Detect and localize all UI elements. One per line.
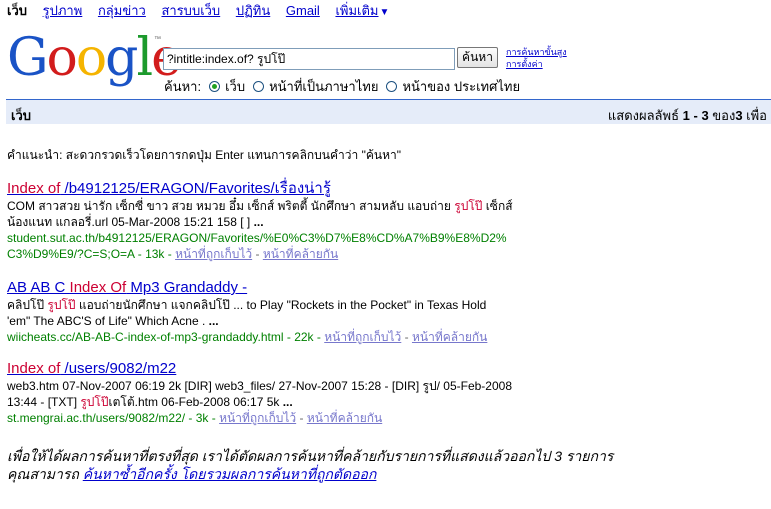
- result-title-hit: Index of: [7, 360, 61, 377]
- result-url: C3%D9%E9/?C=S;O=A - 13k -: [7, 247, 176, 261]
- snippet-text: 13:44 - [TXT]: [7, 395, 81, 409]
- snippet-hit: รูปโป๊: [80, 395, 109, 409]
- radio-thailand[interactable]: [386, 81, 398, 92]
- snippet-text: น้องแนท แกลอรี่.url 05-Mar-2008 15:21 15…: [7, 215, 254, 229]
- result-title-hit: Index Of: [69, 279, 127, 296]
- result-title-text: AB AB C: [7, 279, 70, 296]
- similar-link[interactable]: หน้าที่คล้ายกัน: [412, 330, 487, 344]
- results-range: 1 - 3: [682, 108, 709, 123]
- logo-letter: o: [75, 28, 107, 88]
- snippet-hit: รูปโป๊: [47, 298, 76, 312]
- result-snippet: web3.htm 07-Nov-2007 06:19 2k [DIR] web3…: [7, 378, 567, 410]
- result-snippet: COM สาวสวย น่ารัก เซ็กซี่ ขาว สวย หมวย อ…: [7, 198, 567, 230]
- advanced-search-link[interactable]: การค้นหาขั้นสูง: [506, 46, 567, 58]
- top-nav: เว็บ รูปภาพ กลุ่มข่าว สารบบเว็บ ปฏิทิน G…: [7, 0, 401, 18]
- result-title-rest: /b4912125/ERAGON/Favorites/เรื่องน่ารู้: [60, 180, 331, 197]
- meta-separator: -: [401, 330, 412, 344]
- result-title-link[interactable]: AB AB C Index Of Mp3 Grandaddy -: [7, 279, 247, 296]
- snippet-ellipsis: ...: [208, 314, 219, 328]
- cached-link[interactable]: หน้าที่ถูกเก็บไว้: [219, 411, 296, 425]
- cached-link[interactable]: หน้าที่ถูกเก็บไว้: [175, 247, 252, 261]
- search-scope: ค้นหา: เว็บ หน้าที่เป็นภาษาไทย หน้าของ ป…: [164, 76, 528, 97]
- nav-gmail[interactable]: Gmail: [286, 3, 320, 18]
- results-count-suffix: เพื่อ: [742, 108, 767, 123]
- search-tip: คำแนะนำ: สะดวกรวดเร็วโดยการกดปุ่ม Enter …: [7, 148, 401, 162]
- result-title-rest: Mp3 Grandaddy -: [126, 279, 248, 296]
- results-bar: เว็บ แสดงผลลัพธ์ 1 - 3 ของ3 เพื่อ: [6, 99, 771, 124]
- scope-label-web: เว็บ: [225, 79, 246, 94]
- omitted-note-prefix: คุณสามารถ: [7, 466, 83, 482]
- result-title-link[interactable]: Index of /users/9082/m22: [7, 360, 176, 377]
- omitted-note-line: คุณสามารถ ค้นหาซ้ำอีกครั้ง โดยรวมผลการค้…: [7, 465, 707, 483]
- logo-letter: l: [136, 28, 153, 88]
- logo-letter: o: [46, 28, 78, 88]
- search-button[interactable]: ค้นหา: [457, 47, 498, 68]
- results-count: แสดงผลลัพธ์ 1 - 3 ของ3 เพื่อ: [608, 105, 767, 126]
- result-title-rest: /users/9082/m22: [60, 360, 177, 377]
- omitted-note-line: เพื่อให้ได้ผลการค้นหาที่ตรงที่สุด เราได้…: [7, 448, 614, 464]
- snippet-text: COM สาวสวย น่ารัก เซ็กซี่ ขาว สวย หมวย อ…: [7, 199, 455, 213]
- result-meta: st.mengrai.ac.th/users/9082/m22/ - 3k - …: [7, 410, 567, 426]
- search-result: Index of /b4912125/ERAGON/Favorites/เรื่…: [7, 180, 567, 262]
- result-snippet: คลิปโป๊ รูปโป๊ แอบถ่ายนักศึกษา แจกคลิปโป…: [7, 297, 567, 329]
- result-title-link[interactable]: Index of /b4912125/ERAGON/Favorites/เรื่…: [7, 180, 331, 197]
- snippet-text: web3.htm 07-Nov-2007 06:19 2k [DIR] web3…: [7, 379, 512, 393]
- result-meta: student.sut.ac.th/b4912125/ERAGON/Favori…: [7, 230, 567, 262]
- repeat-search-link[interactable]: ค้นหาซ้ำอีกครั้ง โดยรวมผลการค้นหาที่ถูกต…: [83, 466, 377, 482]
- result-url: student.sut.ac.th/b4912125/ERAGON/Favori…: [7, 231, 507, 245]
- result-title-hit: Index of: [7, 180, 61, 197]
- meta-separator: -: [296, 411, 307, 425]
- scope-option-thailand[interactable]: หน้าของ ประเทศไทย: [386, 76, 520, 97]
- cached-link[interactable]: หน้าที่ถูกเก็บไว้: [324, 330, 401, 344]
- search-scope-label: ค้นหา:: [164, 79, 202, 94]
- nav-calendar[interactable]: ปฏิทิน: [236, 3, 270, 18]
- result-url: wiicheats.cc/AB-AB-C-index-of-mp3-granda…: [7, 330, 325, 344]
- snippet-text: เตโต้.htm 06-Feb-2008 06:17 5k: [108, 395, 283, 409]
- more-arrow-icon[interactable]: ▼: [380, 7, 390, 18]
- scope-label-thailand: หน้าของ ประเทศไทย: [402, 79, 521, 94]
- scope-option-web[interactable]: เว็บ: [209, 76, 245, 97]
- scope-option-thai-language[interactable]: หน้าที่เป็นภาษาไทย: [253, 76, 378, 97]
- nav-images[interactable]: รูปภาพ: [43, 3, 83, 18]
- nav-web: เว็บ: [7, 3, 27, 18]
- result-meta: wiicheats.cc/AB-AB-C-index-of-mp3-granda…: [7, 329, 567, 345]
- search-result: Index of /users/9082/m22 web3.htm 07-Nov…: [7, 360, 567, 426]
- results-bar-title: เว็บ: [11, 108, 31, 123]
- nav-groups[interactable]: กลุ่มข่าว: [98, 3, 146, 18]
- google-logo[interactable]: Google ™: [7, 28, 182, 88]
- search-input[interactable]: [163, 48, 455, 70]
- snippet-text: เซ็กส์: [482, 199, 513, 213]
- snippet-text: คลิปโป๊: [7, 298, 48, 312]
- results-total: 3: [735, 108, 743, 123]
- similar-link[interactable]: หน้าที่คล้ายกัน: [263, 247, 338, 261]
- similar-link[interactable]: หน้าที่คล้ายกัน: [307, 411, 382, 425]
- snippet-hit: รูปโป๊: [454, 199, 483, 213]
- omitted-results-note: เพื่อให้ได้ผลการค้นหาที่ตรงที่สุด เราได้…: [7, 447, 707, 483]
- preferences-link[interactable]: การตั้งค่า: [506, 58, 567, 70]
- results-count-prefix: แสดงผลลัพธ์: [607, 108, 683, 123]
- radio-web[interactable]: [209, 81, 221, 92]
- logo-trademark: ™: [154, 36, 161, 43]
- meta-separator: -: [252, 247, 263, 261]
- result-url: st.mengrai.ac.th/users/9082/m22/ - 3k -: [7, 411, 220, 425]
- results-count-of: ของ: [708, 108, 736, 123]
- snippet-ellipsis: ...: [253, 215, 264, 229]
- snippet-text: แอบถ่ายนักศึกษา แจกคลิปโป๊ ... to Play "…: [75, 298, 487, 312]
- search-result: AB AB C Index Of Mp3 Grandaddy - คลิปโป๊…: [7, 279, 567, 345]
- snippet-text: 'em" The ABC'S of Life" Which Acne .: [7, 314, 209, 328]
- nav-directory[interactable]: สารบบเว็บ: [161, 3, 220, 18]
- search-links: การค้นหาขั้นสูง การตั้งค่า: [506, 46, 567, 70]
- nav-more[interactable]: เพิ่มเติม: [335, 3, 378, 18]
- logo-letter: g: [105, 28, 138, 88]
- radio-thai-language[interactable]: [253, 81, 265, 92]
- logo-letter: G: [7, 28, 49, 88]
- scope-label-thai-language: หน้าที่เป็นภาษาไทย: [269, 79, 379, 94]
- snippet-ellipsis: ...: [282, 395, 293, 409]
